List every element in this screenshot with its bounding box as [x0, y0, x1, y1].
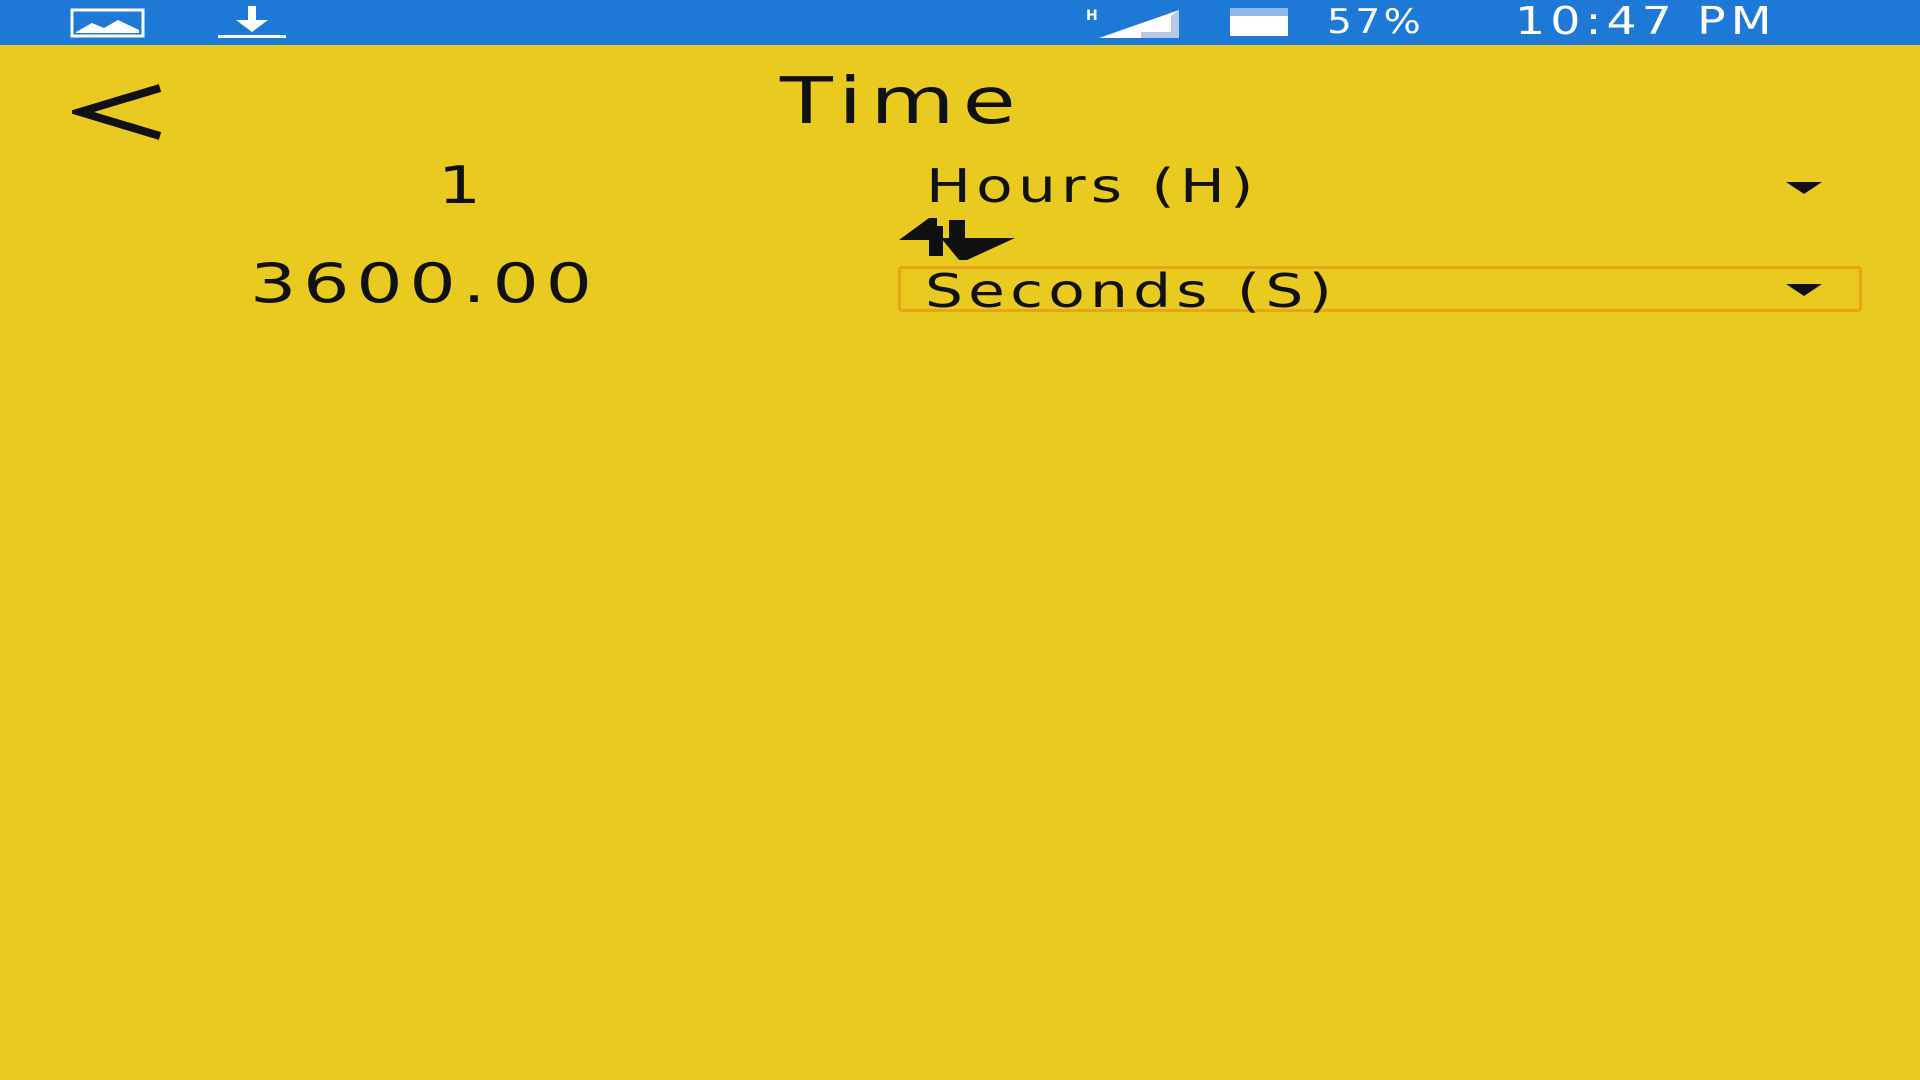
status-bar: H 57% 10:47 PM [0, 0, 1920, 45]
to-unit-dropdown[interactable]: Seconds (S) [898, 264, 1862, 318]
download-icon [218, 6, 286, 38]
gallery-icon [70, 8, 145, 38]
back-arrow-icon [66, 84, 162, 140]
back-button[interactable] [66, 82, 168, 142]
signal-h-icon: H [1086, 8, 1179, 38]
to-unit-label: Seconds (S) [925, 264, 1338, 318]
battery-icon [1230, 8, 1288, 36]
dropdown-caret-icon [1786, 284, 1822, 296]
svg-text:H: H [1086, 8, 1098, 24]
battery-percent: 57% [1327, 2, 1425, 42]
swap-arrows-icon [899, 218, 1015, 260]
dropdown-caret-icon [1786, 182, 1822, 194]
from-unit-dropdown[interactable]: Hours (H) [898, 159, 1862, 213]
to-value-output: 3600.00 [250, 252, 599, 315]
status-clock: 10:47 PM [1515, 0, 1777, 43]
from-unit-label: Hours (H) [926, 159, 1259, 213]
swap-units-button[interactable] [897, 216, 1017, 260]
from-value-input[interactable]: 1 [438, 156, 488, 216]
page-title: Time [780, 65, 1024, 139]
